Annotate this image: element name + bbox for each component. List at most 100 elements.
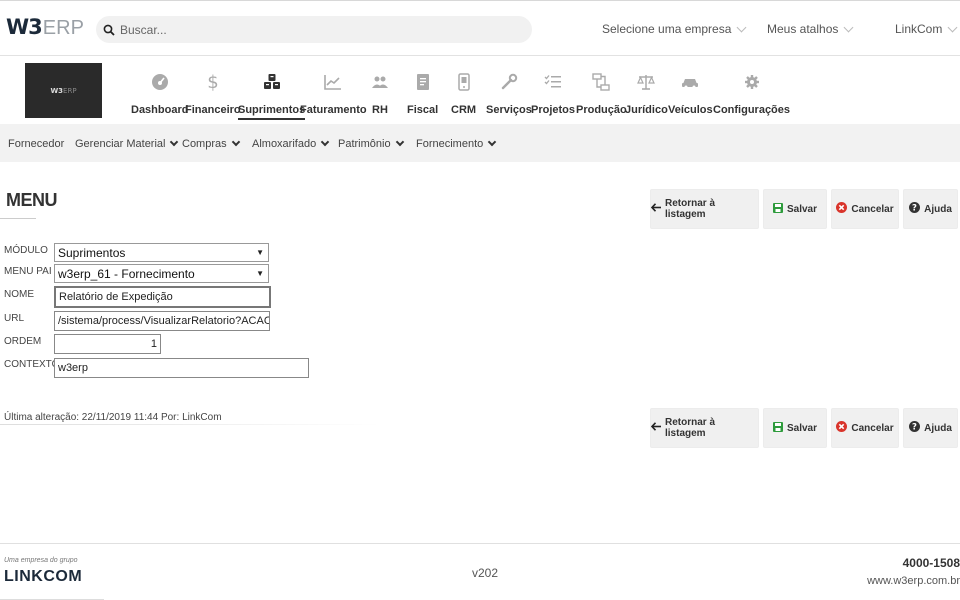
scale-icon bbox=[637, 71, 656, 93]
module-producao[interactable]: Produção bbox=[576, 71, 627, 116]
module-crm[interactable]: CRM bbox=[451, 71, 476, 116]
cancel-icon bbox=[836, 202, 848, 216]
subnav-fornecedor[interactable]: Fornecedor bbox=[8, 138, 64, 150]
module-suprimentos[interactable]: Suprimentos bbox=[238, 71, 306, 120]
module-label: Financeiro bbox=[185, 104, 241, 116]
subnav-label: Gerenciar Material bbox=[75, 138, 166, 150]
cancel-button[interactable]: Cancelar bbox=[831, 189, 899, 229]
flow-icon bbox=[592, 71, 611, 93]
module-projetos[interactable]: Projetos bbox=[531, 71, 575, 116]
nome-label: NOME bbox=[4, 289, 34, 300]
module-dashboard[interactable]: Dashboard bbox=[131, 71, 188, 116]
people-icon bbox=[371, 71, 389, 93]
chevron-down-icon bbox=[488, 137, 497, 147]
chevron-down-icon bbox=[231, 137, 240, 147]
company-logo-text: W3ERP bbox=[50, 87, 76, 95]
dropdown-arrow-icon: ▼ bbox=[256, 269, 264, 278]
footer: Uma empresa do grupo LINKCOM v202 4000-1… bbox=[0, 543, 960, 600]
svg-text:?: ? bbox=[912, 204, 917, 214]
module-label: Faturamento bbox=[300, 104, 367, 116]
url-field[interactable]: /sistema/process/VisualizarRelatorio?ACA… bbox=[54, 311, 270, 331]
cancel-label: Cancelar bbox=[851, 203, 894, 215]
module-juridico[interactable]: Jurídico bbox=[625, 71, 668, 116]
support-phone: 4000-1508 bbox=[902, 556, 960, 570]
module-faturamento[interactable]: Faturamento bbox=[300, 71, 367, 116]
shortcuts-label: Meus atalhos bbox=[767, 22, 839, 36]
ordem-value: 1 bbox=[150, 338, 157, 350]
footer-tagline: Uma empresa do grupo bbox=[4, 557, 78, 564]
nome-field[interactable]: Relatório de Expedição bbox=[54, 286, 271, 308]
shortcuts-menu[interactable]: Meus atalhos bbox=[767, 22, 854, 36]
modulo-select[interactable]: Suprimentos ▼ bbox=[54, 243, 269, 262]
help-label: Ajuda bbox=[924, 203, 952, 215]
gear-icon bbox=[744, 71, 760, 93]
save-label: Salvar bbox=[786, 203, 818, 215]
subnav-label: Fornecimento bbox=[416, 138, 484, 150]
last-change-info: Última alteração: 22/11/2019 11:44 Por: … bbox=[4, 412, 222, 423]
ordem-field[interactable]: 1 bbox=[54, 334, 161, 354]
document-icon bbox=[416, 71, 430, 93]
module-label: RH bbox=[372, 104, 388, 116]
module-label: Projetos bbox=[531, 104, 576, 116]
search-icon bbox=[102, 23, 116, 37]
help-button[interactable]: ? Ajuda bbox=[903, 189, 958, 229]
app-logo[interactable]: W3 ERP bbox=[6, 15, 84, 43]
module-label: Fiscal bbox=[407, 104, 439, 116]
back-to-list-label: Retornar à listagem bbox=[665, 417, 716, 439]
module-fiscal[interactable]: Fiscal bbox=[407, 71, 438, 116]
company-selector[interactable]: Selecione uma empresa bbox=[602, 22, 747, 36]
company-logo-bold: W3 bbox=[50, 86, 64, 95]
save-icon bbox=[772, 202, 783, 216]
module-configuracoes[interactable]: Configurações bbox=[713, 71, 790, 116]
chevron-down-icon bbox=[170, 137, 179, 147]
user-menu[interactable]: LinkCom bbox=[895, 22, 958, 36]
subnav-compras[interactable]: Compras bbox=[182, 137, 240, 150]
module-servicos[interactable]: Serviços bbox=[486, 71, 532, 116]
module-veiculos[interactable]: Veículos bbox=[668, 71, 713, 116]
url-label: URL bbox=[4, 313, 25, 324]
logo-w3: W3 bbox=[6, 15, 43, 39]
sub-navigation: Fornecedor Gerenciar Material Compras Al… bbox=[0, 124, 960, 162]
arrow-left-icon bbox=[650, 422, 661, 434]
save-button[interactable]: Salvar bbox=[763, 189, 827, 229]
wrench-icon bbox=[500, 71, 518, 93]
help-button-bottom[interactable]: ? Ajuda bbox=[903, 408, 958, 448]
module-bar: W3ERP Dashboard $ Financeiro Suprimentos… bbox=[0, 56, 960, 124]
back-to-list-button-bottom[interactable]: Retornar à listagem bbox=[650, 408, 759, 448]
subnav-label: Almoxarifado bbox=[252, 138, 317, 150]
cancel-icon bbox=[836, 421, 848, 435]
company-selector-label: Selecione uma empresa bbox=[602, 22, 732, 36]
menu-pai-select[interactable]: w3erp_61 - Fornecimento ▼ bbox=[54, 264, 269, 283]
module-label: Jurídico bbox=[625, 104, 668, 116]
website-link[interactable]: www.w3erp.com.br bbox=[867, 575, 960, 587]
search-bar[interactable] bbox=[96, 16, 532, 43]
subnav-patrimonio[interactable]: Patrimônio bbox=[338, 137, 404, 150]
chevron-down-icon bbox=[843, 22, 854, 32]
cancel-button-bottom[interactable]: Cancelar bbox=[831, 408, 899, 448]
contexto-field[interactable]: w3erp bbox=[54, 358, 309, 378]
subnav-label: Patrimônio bbox=[338, 138, 391, 150]
subnav-fornecimento[interactable]: Fornecimento bbox=[416, 137, 497, 150]
list-icon bbox=[544, 71, 562, 93]
module-financeiro[interactable]: $ Financeiro bbox=[185, 71, 241, 116]
help-icon: ? bbox=[909, 202, 921, 216]
help-label: Ajuda bbox=[924, 422, 952, 434]
subnav-gerenciar-material[interactable]: Gerenciar Material bbox=[75, 137, 179, 150]
company-logo: W3ERP bbox=[25, 63, 102, 118]
back-to-list-button[interactable]: Retornar à listagem bbox=[650, 189, 759, 229]
subnav-almoxarifado[interactable]: Almoxarifado bbox=[252, 137, 330, 150]
subnav-label: Compras bbox=[182, 138, 227, 150]
search-input[interactable] bbox=[120, 22, 520, 37]
car-icon bbox=[681, 71, 699, 93]
module-label: Suprimentos bbox=[238, 104, 306, 120]
module-rh[interactable]: RH bbox=[371, 71, 389, 116]
url-value: /sistema/process/VisualizarRelatorio?ACA… bbox=[58, 315, 270, 327]
help-icon: ? bbox=[909, 421, 921, 435]
ordem-label: ORDEM bbox=[4, 336, 42, 347]
save-button-bottom[interactable]: Salvar bbox=[763, 408, 827, 448]
modulo-label: MÓDULO bbox=[4, 245, 48, 256]
module-label: CRM bbox=[451, 104, 477, 116]
cancel-label: Cancelar bbox=[851, 422, 894, 434]
module-label: Serviços bbox=[486, 104, 532, 116]
app-version: v202 bbox=[472, 566, 499, 580]
